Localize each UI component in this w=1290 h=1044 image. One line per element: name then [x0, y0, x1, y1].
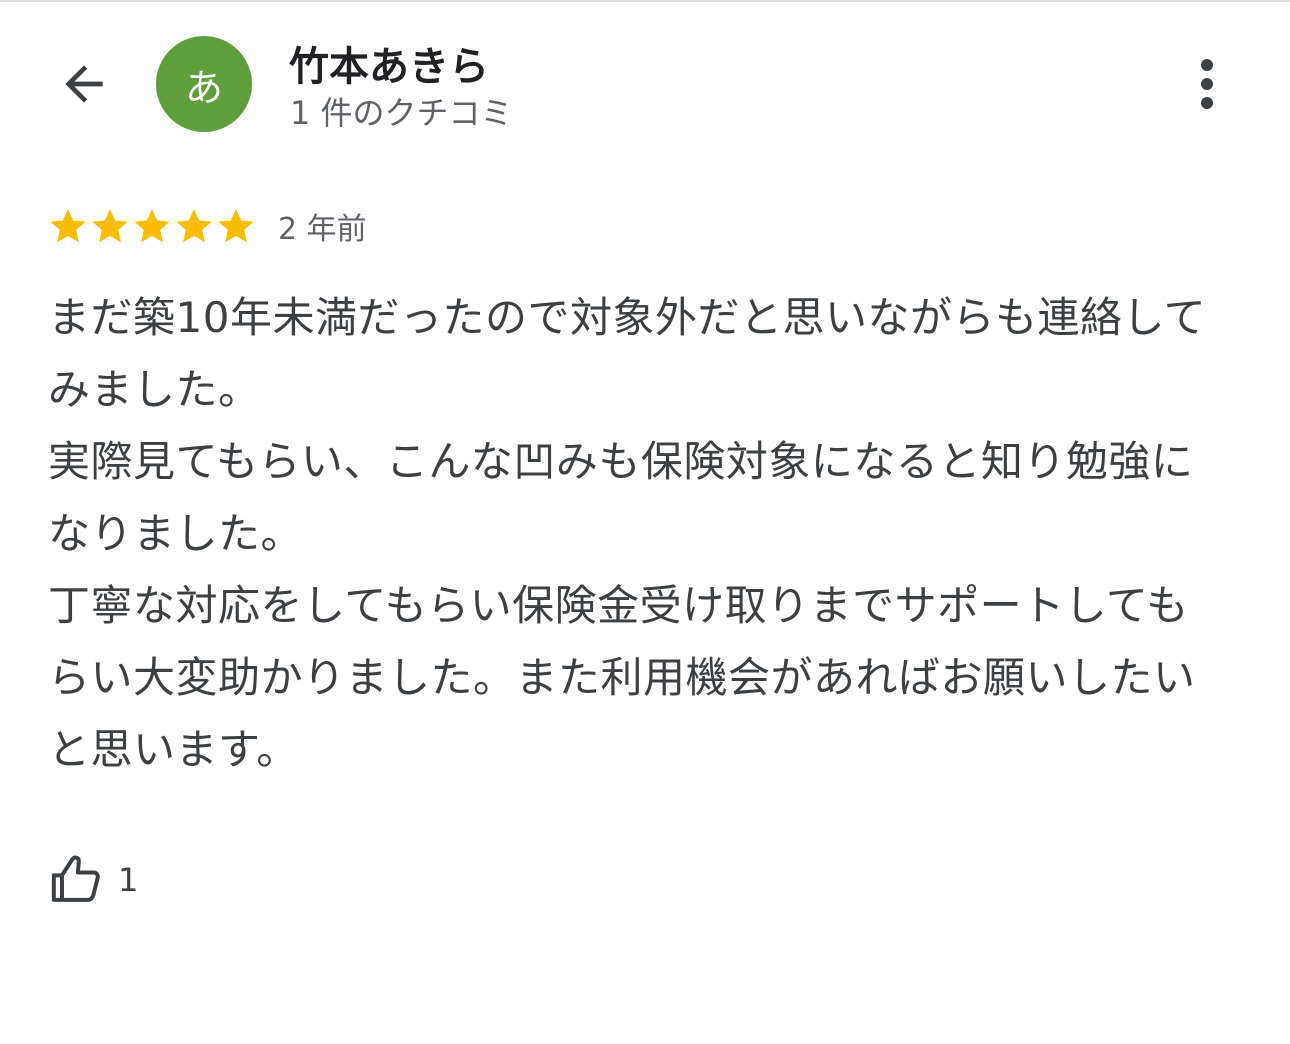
arrow-back-icon — [65, 65, 103, 103]
star-icon — [92, 209, 128, 243]
review-text: まだ築10年未満だったので対象外だと思いながらも連絡してみました。 実際見てもら… — [48, 293, 1207, 774]
avatar-letter: あ — [184, 65, 223, 110]
more-vert-icon — [1201, 59, 1213, 109]
review-count: 1 件のクチコミ — [290, 94, 513, 132]
star-icon — [134, 209, 170, 243]
like-count: 1 — [118, 861, 139, 899]
back-button[interactable] — [52, 52, 116, 116]
rating-row: 2 年前 — [48, 200, 367, 252]
top-divider — [0, 0, 1290, 2]
star-icon — [176, 209, 212, 243]
author-name[interactable]: 竹本あきら — [289, 34, 489, 92]
star-rating — [48, 206, 256, 246]
star-icon — [218, 209, 254, 243]
more-options-button[interactable] — [1180, 52, 1234, 116]
star-icon — [50, 209, 86, 243]
thumb-up-icon — [51, 855, 100, 902]
review-date: 2 年前 — [278, 212, 367, 247]
avatar[interactable]: あ — [156, 36, 252, 132]
like-button[interactable]: 1 — [48, 850, 138, 910]
